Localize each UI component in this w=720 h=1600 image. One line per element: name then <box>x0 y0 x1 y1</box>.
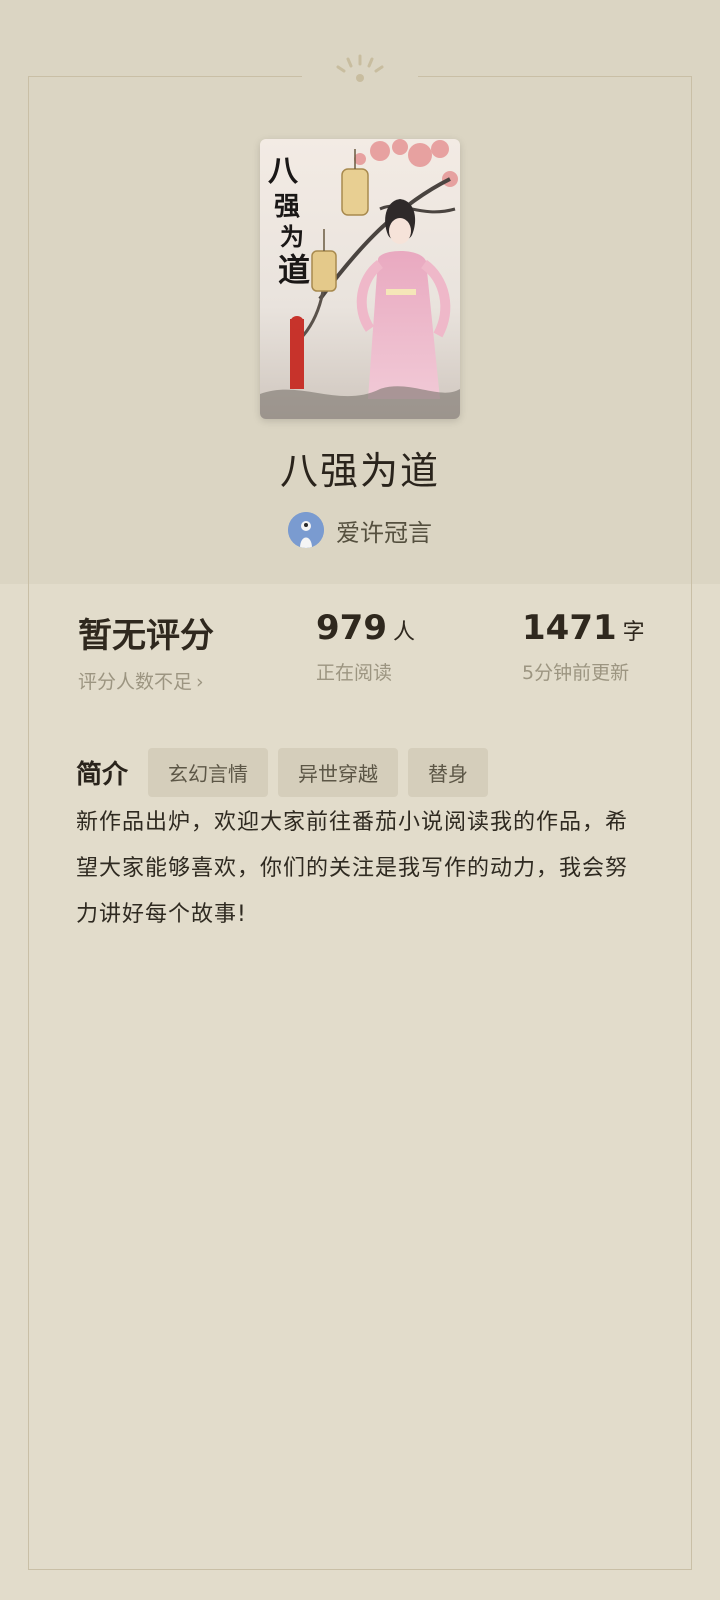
svg-text:为: 为 <box>280 222 304 251</box>
words-value: 1471 <box>522 608 617 648</box>
rating-stat[interactable]: 暂无评分 评分人数不足 › <box>78 608 214 694</box>
author-row[interactable]: 爱许冠言 <box>0 512 720 548</box>
readers-sub: 正在阅读 <box>316 662 393 684</box>
author-avatar-icon <box>288 512 324 548</box>
chevron-right-icon: › <box>196 671 204 693</box>
svg-text:八: 八 <box>268 154 299 189</box>
words-stat: 1471 字 5分钟前更新 <box>522 608 645 685</box>
words-sub: 5分钟前更新 <box>522 662 630 684</box>
readers-value: 979 <box>316 608 387 648</box>
readers-unit: 人 <box>392 620 415 645</box>
stats-row: 暂无评分 评分人数不足 › 979 人 正在阅读 1471 字 5分钟前更新 <box>0 608 720 693</box>
intro-text: 新作品出炉，欢迎大家前往番茄小说阅读我的作品，希望大家能够喜欢，你们的关注是我写… <box>76 810 629 927</box>
words-unit: 字 <box>622 620 645 645</box>
tag-theme[interactable]: 替身 <box>408 748 489 797</box>
author-name[interactable]: 爱许冠言 <box>336 513 432 548</box>
tag-subgenre[interactable]: 异世穿越 <box>278 748 399 797</box>
sunburst-ornament-icon <box>336 54 384 82</box>
intro-header: 简介 玄幻言情 异世穿越 替身 <box>76 748 489 797</box>
rating-sub-label: 评分人数不足 <box>78 671 193 693</box>
rating-value: 暂无评分 <box>78 616 214 656</box>
svg-text:强: 强 <box>274 192 300 222</box>
svg-text:道: 道 <box>278 251 310 289</box>
book-cover-image: 八 强 为 道 <box>260 139 460 419</box>
book-cover[interactable]: 八 强 为 道 <box>260 139 460 419</box>
rating-sub[interactable]: 评分人数不足 › <box>78 667 214 694</box>
book-title: 八强为道 <box>279 449 440 493</box>
author-avatar[interactable] <box>288 512 324 548</box>
readers-stat: 979 人 正在阅读 <box>316 608 415 685</box>
intro-label: 简介 <box>76 760 129 790</box>
tag-genre[interactable]: 玄幻言情 <box>148 748 269 797</box>
